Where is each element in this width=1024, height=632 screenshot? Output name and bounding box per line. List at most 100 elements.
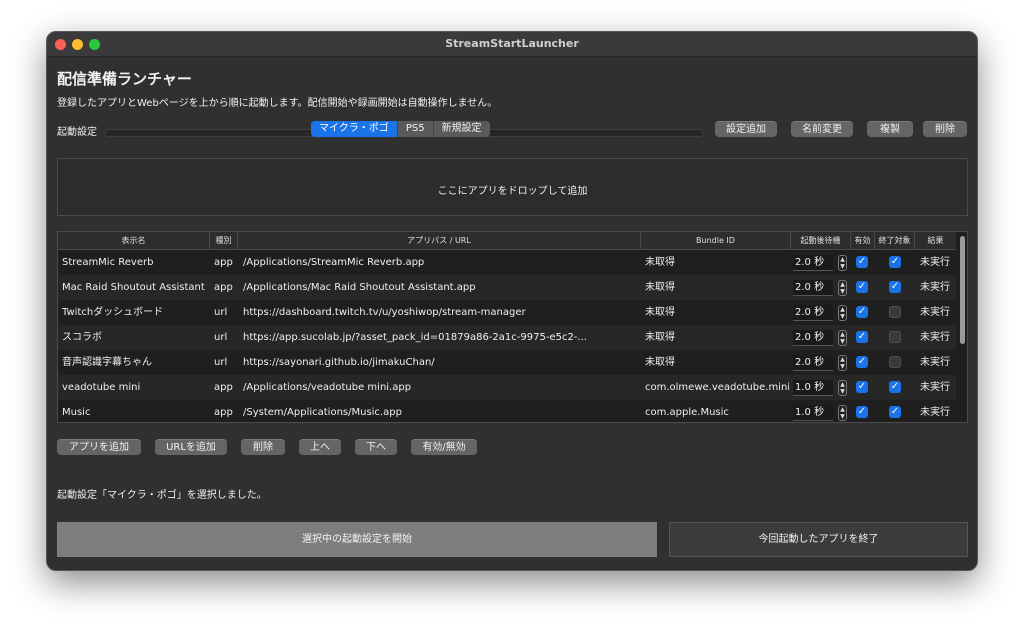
row-enabled-checkbox[interactable]: ✓ xyxy=(856,306,868,318)
row-delay-field[interactable]: 2.0 秒 xyxy=(793,330,833,346)
row-quit-checkbox[interactable]: ✓ xyxy=(889,281,901,293)
row-result: 未実行 xyxy=(920,282,950,293)
row-type: app xyxy=(214,382,233,393)
row-type: app xyxy=(214,282,233,293)
row-bundle-id: 未取得 xyxy=(645,282,675,293)
toggle-enabled-button[interactable]: 有効/無効 xyxy=(411,439,477,455)
table-row[interactable]: veadotube mini app/Applications/veadotube… xyxy=(58,375,956,400)
row-name: 音声認識字幕ちゃん xyxy=(62,357,152,368)
row-result: 未実行 xyxy=(920,357,950,368)
add-url-button[interactable]: URLを追加 xyxy=(155,439,227,455)
row-enabled-checkbox[interactable]: ✓ xyxy=(856,381,868,393)
row-name: Mac Raid Shoutout Assistant xyxy=(62,282,205,293)
row-quit-checkbox[interactable] xyxy=(889,331,901,343)
stepper-icon[interactable]: ▲ ▼ xyxy=(838,380,847,396)
row-enabled-checkbox[interactable]: ✓ xyxy=(856,281,868,293)
move-down-button[interactable]: 下へ xyxy=(355,439,397,455)
row-path: https://sayonari.github.io/jimakuChan/ xyxy=(243,357,435,368)
profile-tab-1[interactable]: PS5 xyxy=(398,121,434,137)
row-quit-checkbox[interactable] xyxy=(889,356,901,368)
row-bundle-id: 未取得 xyxy=(645,357,675,368)
start-profile-button[interactable]: 選択中の起動設定を開始 xyxy=(57,522,657,557)
row-delay-field[interactable]: 2.0 秒 xyxy=(793,305,833,321)
row-bundle-id: 未取得 xyxy=(645,332,675,343)
row-delay-field[interactable]: 2.0 秒 xyxy=(793,280,833,296)
row-type: url xyxy=(214,307,228,318)
row-type: url xyxy=(214,357,228,368)
row-quit-checkbox[interactable] xyxy=(889,306,901,318)
row-enabled-checkbox[interactable]: ✓ xyxy=(856,256,868,268)
row-delay-field[interactable]: 1.0 秒 xyxy=(793,405,833,421)
table-header: 表示名 種別 アプリパス / URL Bundle ID 起動後待機 有効 終了… xyxy=(58,232,956,250)
column-header-bundle[interactable]: Bundle ID xyxy=(641,232,791,249)
column-header-path[interactable]: アプリパス / URL xyxy=(238,232,641,249)
app-drop-zone[interactable]: ここにアプリをドロップして追加 xyxy=(57,158,968,216)
row-enabled-checkbox[interactable]: ✓ xyxy=(856,331,868,343)
row-name: StreamMic Reverb xyxy=(62,257,154,268)
profile-tab-2[interactable]: 新規設定 xyxy=(434,121,490,137)
row-name: Music xyxy=(62,407,91,418)
title-bar: StreamStartLauncher xyxy=(47,32,977,57)
row-delay-field[interactable]: 2.0 秒 xyxy=(793,355,833,371)
row-enabled-checkbox[interactable]: ✓ xyxy=(856,356,868,368)
table-row[interactable]: StreamMic Reverb app/Applications/StreamM… xyxy=(58,250,956,275)
delete-item-button[interactable]: 削除 xyxy=(241,439,285,455)
column-header-delay[interactable]: 起動後待機 xyxy=(791,232,851,249)
drop-zone-text: ここにアプリをドロップして追加 xyxy=(437,186,588,197)
row-name: Twitchダッシュボード xyxy=(62,307,164,318)
column-header-quit[interactable]: 終了対象 xyxy=(875,232,915,249)
row-path: /System/Applications/Music.app xyxy=(243,407,402,418)
row-quit-checkbox[interactable]: ✓ xyxy=(889,406,901,418)
profile-tab-0[interactable]: マイクラ・ポゴ xyxy=(311,121,398,137)
launch-items-table: 表示名 種別 アプリパス / URL Bundle ID 起動後待機 有効 終了… xyxy=(57,231,968,423)
row-quit-checkbox[interactable]: ✓ xyxy=(889,256,901,268)
table-row[interactable]: Music app/System/Applications/Music.app co… xyxy=(58,400,956,422)
table-scrollbar[interactable] xyxy=(960,236,965,344)
move-up-button[interactable]: 上へ xyxy=(299,439,341,455)
app-window: StreamStartLauncher 配信準備ランチャー 登録したアプリとWe… xyxy=(46,31,978,571)
window-title: StreamStartLauncher xyxy=(445,37,579,50)
row-quit-checkbox[interactable]: ✓ xyxy=(889,381,901,393)
stepper-icon[interactable]: ▲ ▼ xyxy=(838,355,847,371)
row-path: https://app.sucolab.jp/?asset_pack_id=01… xyxy=(243,332,587,343)
duplicate-profile-button[interactable]: 複製 xyxy=(867,121,913,137)
row-type: app xyxy=(214,257,233,268)
status-message: 起動設定「マイクラ・ポゴ」を選択しました。 xyxy=(57,490,267,501)
column-header-enabled[interactable]: 有効 xyxy=(851,232,875,249)
stepper-icon[interactable]: ▲ ▼ xyxy=(838,330,847,346)
row-bundle-id: com.olmewe.veadotube.mini xyxy=(645,382,789,393)
row-bundle-id: 未取得 xyxy=(645,257,675,268)
column-header-name[interactable]: 表示名 xyxy=(58,232,210,249)
table-row[interactable]: 音声認識字幕ちゃん url https://sayonari.github.io/j… xyxy=(58,350,956,375)
column-header-result[interactable]: 結果 xyxy=(915,232,956,249)
table-row[interactable]: スコラボ url https://app.sucolab.jp/?asset_pac… xyxy=(58,325,956,350)
column-header-type[interactable]: 種別 xyxy=(210,232,238,249)
row-result: 未実行 xyxy=(920,407,950,418)
row-delay-field[interactable]: 1.0 秒 xyxy=(793,380,833,396)
row-result: 未実行 xyxy=(920,382,950,393)
add-app-button[interactable]: アプリを追加 xyxy=(57,439,141,455)
row-result: 未実行 xyxy=(920,257,950,268)
stepper-icon[interactable]: ▲ ▼ xyxy=(838,280,847,296)
add-profile-button[interactable]: 設定追加 xyxy=(715,121,777,137)
quit-launched-apps-button[interactable]: 今回起動したアプリを終了 xyxy=(669,522,968,557)
row-result: 未実行 xyxy=(920,307,950,318)
page-subtitle: 登録したアプリとWebページを上から順に起動します。配信開始や録画開始は自動操作… xyxy=(57,98,498,109)
row-bundle-id: 未取得 xyxy=(645,307,675,318)
delete-profile-button[interactable]: 削除 xyxy=(923,121,967,137)
stepper-icon[interactable]: ▲ ▼ xyxy=(838,405,847,421)
profile-segmented-control: マイクラ・ポゴ PS5 新規設定 xyxy=(311,121,490,137)
row-path: https://dashboard.twitch.tv/u/yoshiwop/s… xyxy=(243,307,526,318)
stepper-icon[interactable]: ▲ ▼ xyxy=(838,305,847,321)
row-delay-field[interactable]: 2.0 秒 xyxy=(793,255,833,271)
stepper-icon[interactable]: ▲ ▼ xyxy=(838,255,847,271)
table-row[interactable]: Mac Raid Shoutout Assistant app/Applicati… xyxy=(58,275,956,300)
table-row[interactable]: Twitchダッシュボード url https://dashboard.twitch… xyxy=(58,300,956,325)
rename-profile-button[interactable]: 名前変更 xyxy=(791,121,853,137)
row-path: /Applications/StreamMic Reverb.app xyxy=(243,257,425,268)
row-result: 未実行 xyxy=(920,332,950,343)
row-type: app xyxy=(214,407,233,418)
row-enabled-checkbox[interactable]: ✓ xyxy=(856,406,868,418)
row-bundle-id: com.apple.Music xyxy=(645,407,729,418)
row-name: スコラボ xyxy=(62,332,102,343)
